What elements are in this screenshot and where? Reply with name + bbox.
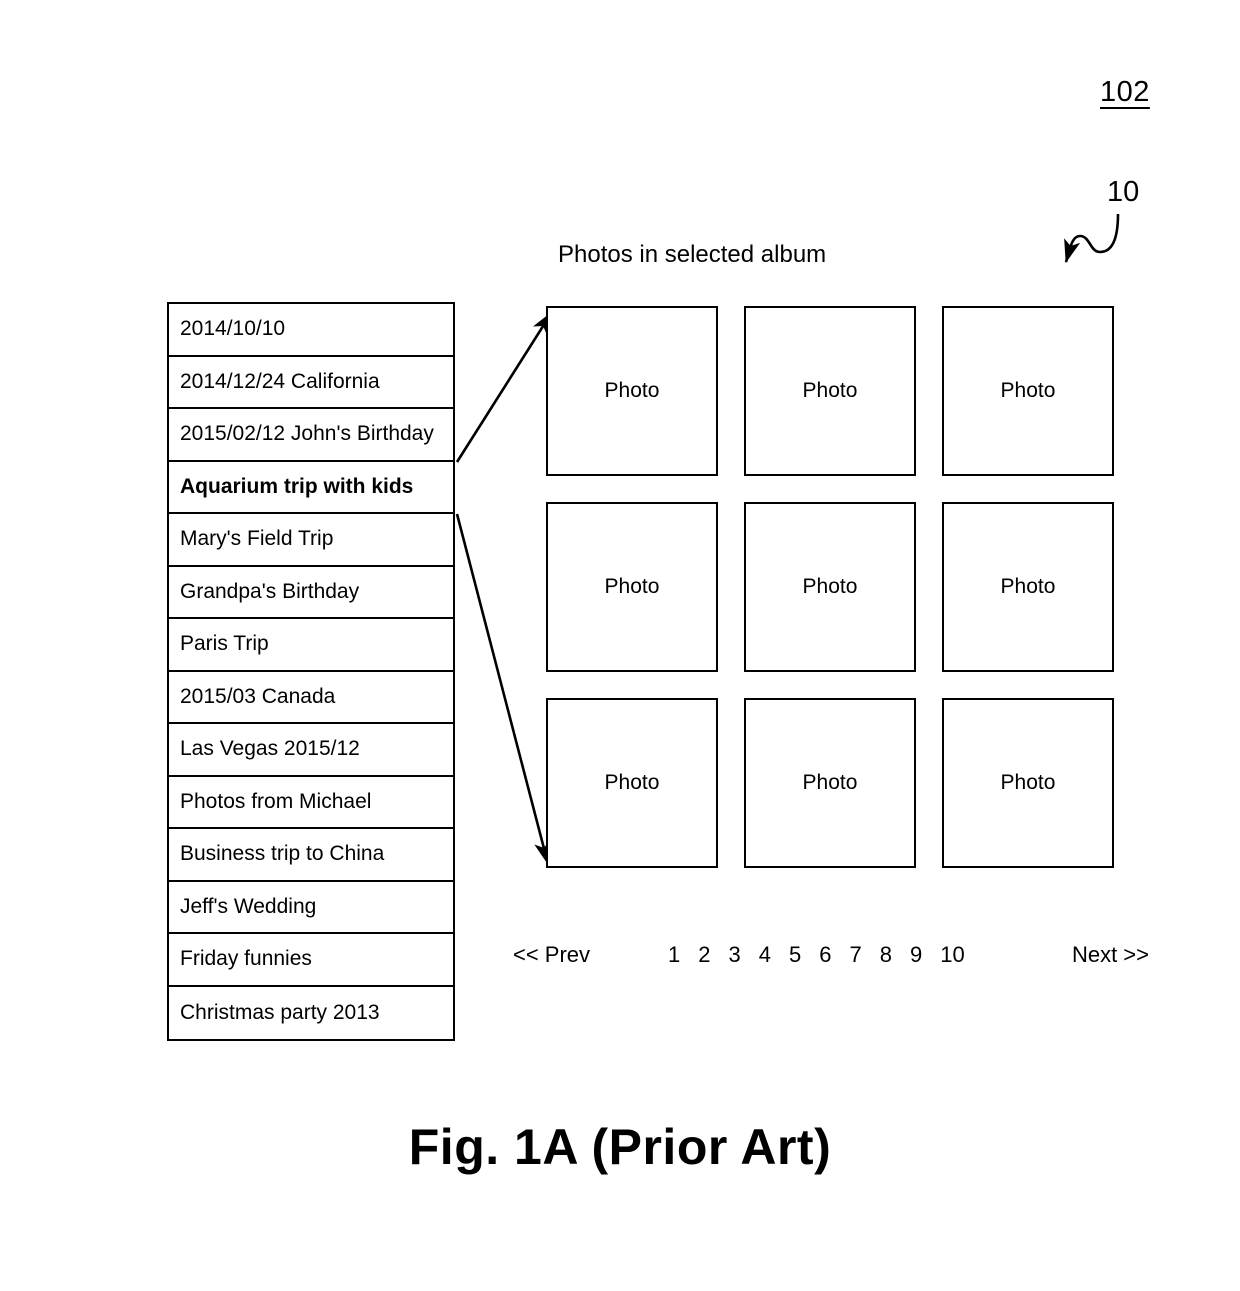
album-list-item[interactable]: Friday funnies — [169, 934, 453, 987]
album-list-item-label: Paris Trip — [180, 632, 269, 656]
photo-cell-label: Photo — [802, 575, 858, 598]
album-list-item[interactable]: 2015/02/12 John's Birthday — [169, 409, 453, 462]
album-list-item-label: Mary's Field Trip — [180, 527, 334, 551]
pagination-page-link[interactable]: 1 — [668, 942, 680, 968]
photo-cell[interactable]: Photo — [942, 502, 1114, 672]
album-list-item-label: Photos from Michael — [180, 789, 372, 813]
album-list[interactable]: 2014/10/10 2014/12/24 California 2015/02/1… — [167, 302, 455, 1041]
album-list-item-label: 2014/10/10 — [180, 317, 286, 341]
photo-cell-label: Photo — [1000, 771, 1056, 794]
photo-pane-title: Photos in selected album — [558, 241, 827, 268]
pagination-page-link[interactable]: 5 — [789, 942, 801, 968]
album-list-item-label: Aquarium trip with kids — [180, 474, 414, 498]
reference-numeral-102: 102 — [1100, 76, 1150, 108]
photo-cell-label: Photo — [604, 379, 660, 402]
album-list-item-label: Christmas party 2013 — [180, 1000, 380, 1024]
reference-numeral-10: 10 — [1107, 176, 1140, 208]
album-list-item-label: Las Vegas 2015/12 — [180, 737, 360, 761]
pagination[interactable]: << Prev 1 2 3 4 5 6 7 8 9 10 Next >> — [513, 942, 1149, 974]
album-list-item[interactable]: Paris Trip — [169, 619, 453, 672]
photo-cell[interactable]: Photo — [744, 306, 916, 476]
pagination-page-link[interactable]: 4 — [759, 942, 771, 968]
photo-cell-label: Photo — [1000, 575, 1056, 598]
pagination-prev-button[interactable]: << Prev — [513, 942, 590, 968]
album-list-item[interactable]: Christmas party 2013 — [169, 986, 453, 1039]
album-list-item-label: Grandpa's Birthday — [180, 579, 360, 603]
album-list-item[interactable]: 2014/12/24 California — [169, 356, 453, 409]
album-list-item-label: Jeff's Wedding — [180, 894, 317, 918]
photo-cell-label: Photo — [802, 771, 858, 794]
pointer-selected-to-first-photo — [455, 311, 554, 463]
album-list-item[interactable]: Business trip to China — [169, 829, 453, 882]
pagination-page-link[interactable]: 9 — [910, 942, 922, 968]
album-list-item-label: 2015/03 Canada — [180, 684, 336, 708]
pagination-page-link[interactable]: 7 — [850, 942, 862, 968]
album-list-item[interactable]: Grandpa's Birthday — [169, 566, 453, 619]
pagination-page-link[interactable]: 6 — [819, 942, 831, 968]
photo-cell[interactable]: Photo — [942, 306, 1114, 476]
album-list-item[interactable]: 2014/10/10 — [169, 304, 453, 357]
album-list-item[interactable]: Mary's Field Trip — [169, 514, 453, 567]
leader-line-10-squiggle — [1064, 213, 1120, 264]
photo-cell[interactable]: Photo — [546, 306, 718, 476]
photo-cell-label: Photo — [604, 771, 660, 794]
album-list-item-label: 2015/02/12 John's Birthday — [180, 422, 434, 446]
pagination-page-link[interactable]: 3 — [729, 942, 741, 968]
album-list-item[interactable]: Photos from Michael — [169, 776, 453, 829]
album-list-item-label: Business trip to China — [180, 842, 385, 866]
pagination-next-button[interactable]: Next >> — [1072, 942, 1149, 968]
album-list-item-label: Friday funnies — [180, 947, 312, 971]
pointer-selected-to-last-photo — [455, 513, 551, 866]
album-list-item[interactable]: 2015/03 Canada — [169, 671, 453, 724]
pagination-page-link[interactable]: 10 — [940, 942, 964, 968]
photo-cell[interactable]: Photo — [744, 698, 916, 868]
album-list-item[interactable]: Aquarium trip with kids — [169, 461, 453, 514]
photo-cell-label: Photo — [1000, 379, 1056, 402]
photo-cell-label: Photo — [604, 575, 660, 598]
album-list-item-label: 2014/12/24 California — [180, 369, 380, 393]
photo-cell[interactable]: Photo — [546, 502, 718, 672]
pagination-page-link[interactable]: 8 — [880, 942, 892, 968]
pagination-page-link[interactable]: 2 — [698, 942, 710, 968]
figure-caption: Fig. 1A (Prior Art) — [408, 1119, 832, 1175]
pagination-page-numbers[interactable]: 1 2 3 4 5 6 7 8 9 10 — [668, 942, 965, 968]
album-list-item[interactable]: Jeff's Wedding — [169, 881, 453, 934]
photo-cell-label: Photo — [802, 379, 858, 402]
photo-cell[interactable]: Photo — [744, 502, 916, 672]
photo-grid: Photo Photo Photo Photo Photo Photo Photo Photo… — [546, 306, 1114, 868]
photo-cell[interactable]: Photo — [546, 698, 718, 868]
album-list-item[interactable]: Las Vegas 2015/12 — [169, 724, 453, 777]
photo-cell[interactable]: Photo — [942, 698, 1114, 868]
